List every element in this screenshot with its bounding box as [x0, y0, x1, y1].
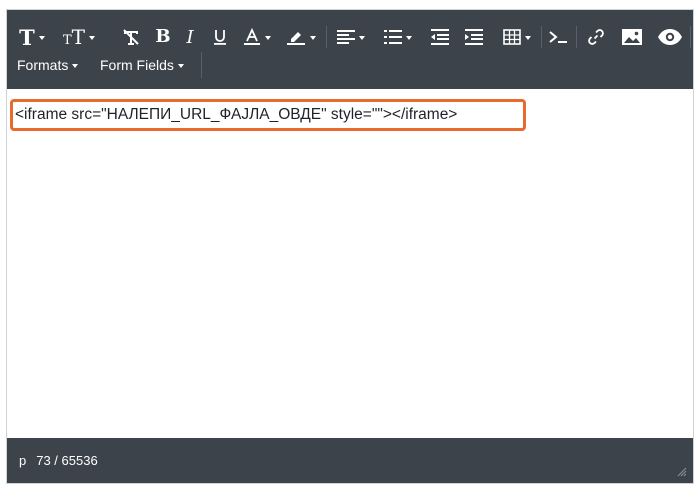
bold-button[interactable]: B [151, 22, 175, 52]
bold-icon: B [155, 26, 171, 47]
toolbar-separator [576, 26, 577, 48]
toolbar-row-1: T TT B I [7, 22, 693, 52]
indent-button[interactable] [461, 22, 487, 52]
font-family-icon: T [19, 24, 35, 50]
highlight-color-button[interactable] [282, 22, 320, 52]
list-icon [384, 30, 402, 44]
image-button[interactable] [618, 22, 646, 52]
text-color-icon [244, 27, 260, 45]
outdent-button[interactable] [427, 22, 453, 52]
toolbar-separator [201, 52, 202, 78]
clear-formatting-icon [123, 29, 139, 45]
rich-text-editor: T TT B I Formats Form Fields <iframe src… [6, 9, 694, 484]
toolbar-separator [326, 26, 327, 48]
code-button[interactable] [545, 22, 571, 52]
element-path[interactable]: p [19, 453, 26, 468]
form-fields-label: Form Fields [100, 57, 174, 73]
chevron-down-icon [406, 35, 412, 40]
editor-toolbar: T TT B I Formats Form Fields [7, 10, 693, 89]
list-button[interactable] [379, 22, 417, 52]
editor-statusbar: p 73 / 65536 [7, 438, 693, 483]
editor-content-area[interactable]: <iframe src="НАЛЕПИ_URL_ФАЈЛА_ОВДЕ" styl… [7, 89, 693, 440]
image-icon [622, 29, 642, 45]
character-count: 73 / 65536 [36, 453, 98, 468]
chevron-down-icon [359, 35, 365, 40]
chevron-down-icon [89, 35, 95, 40]
toolbar-row-2: Formats Form Fields [7, 52, 693, 78]
align-button[interactable] [333, 22, 369, 52]
italic-icon: I [186, 26, 194, 48]
text-color-button[interactable] [240, 22, 274, 52]
underline-button[interactable] [208, 22, 232, 52]
italic-button[interactable]: I [179, 22, 201, 52]
table-icon [503, 29, 521, 45]
outdent-icon [431, 29, 449, 45]
resize-handle-icon[interactable] [677, 467, 687, 477]
toolbar-separator [690, 26, 691, 48]
table-button[interactable] [499, 22, 535, 52]
form-fields-menu[interactable]: Form Fields [100, 54, 184, 76]
chevron-down-icon [310, 35, 316, 40]
align-icon [337, 30, 355, 44]
chevron-down-icon [265, 35, 271, 40]
chevron-down-icon [525, 35, 531, 40]
clear-formatting-button[interactable] [119, 22, 143, 52]
preview-button[interactable] [654, 22, 686, 52]
chevron-down-icon [72, 63, 79, 68]
font-size-icon: TT [62, 25, 85, 49]
underline-icon [214, 30, 226, 45]
formats-menu[interactable]: Formats [17, 54, 79, 76]
highlight-color-icon [287, 32, 305, 45]
preview-eye-icon [658, 29, 682, 45]
link-icon [588, 29, 604, 45]
toolbar-separator [541, 26, 542, 48]
chevron-down-icon [177, 63, 184, 68]
indent-icon [465, 29, 483, 45]
link-button[interactable] [582, 22, 610, 52]
chevron-down-icon [38, 35, 45, 40]
font-size-button[interactable]: TT [57, 22, 101, 52]
code-icon [549, 31, 567, 43]
formats-label: Formats [17, 57, 69, 73]
font-family-button[interactable]: T [15, 22, 49, 52]
iframe-code-text[interactable]: <iframe src="НАЛЕПИ_URL_ФАЈЛА_ОВДЕ" styl… [15, 106, 457, 124]
